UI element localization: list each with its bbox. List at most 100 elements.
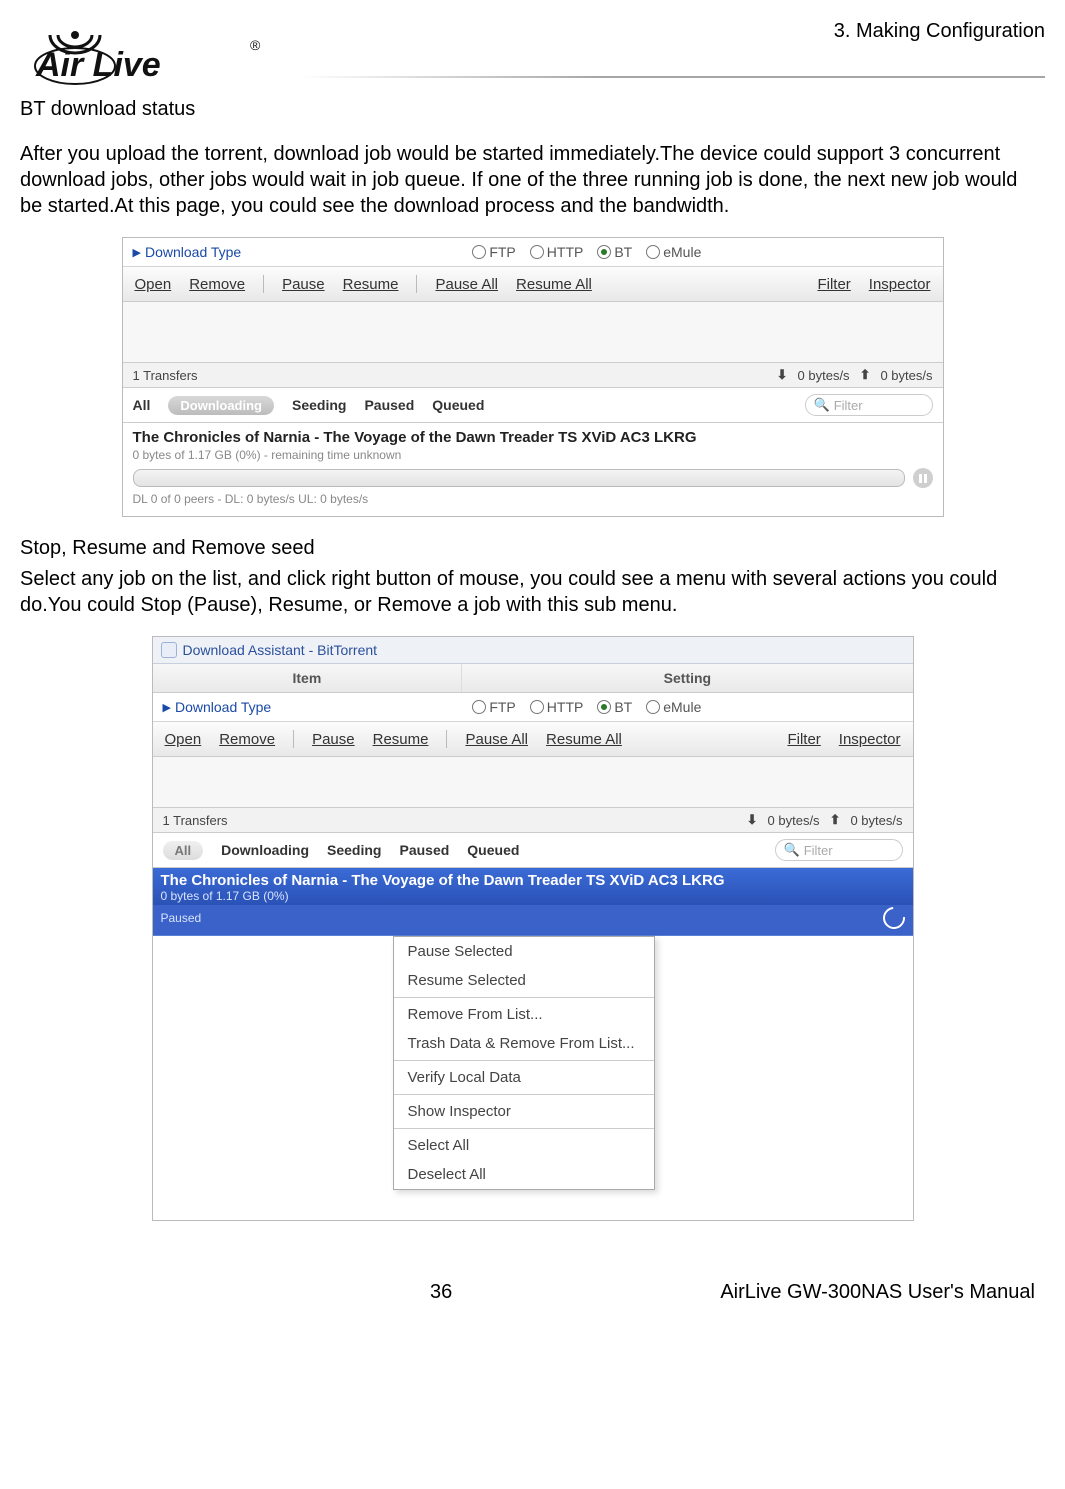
filter-tabs: All Downloading Seeding Paused Queued 🔍 … bbox=[153, 833, 913, 868]
bt-toolbar: Open Remove Pause Resume Pause All Resum… bbox=[123, 267, 943, 302]
torrent-peers-text: DL 0 of 0 peers - DL: 0 bytes/s UL: 0 by… bbox=[133, 492, 933, 506]
pause-icon[interactable] bbox=[913, 468, 933, 488]
download-arrow-icon: ⬇ bbox=[747, 812, 758, 828]
tab-downloading[interactable]: Downloading bbox=[168, 396, 274, 415]
upload-speed: 0 bytes/s bbox=[880, 368, 932, 383]
resume-all-button[interactable]: Resume All bbox=[546, 731, 622, 748]
filter-input[interactable]: 🔍 Filter bbox=[805, 394, 933, 416]
toolbar-spacer bbox=[153, 757, 913, 808]
tab-seeding[interactable]: Seeding bbox=[292, 397, 346, 413]
tab-paused[interactable]: Paused bbox=[364, 397, 414, 413]
col-item: Item bbox=[153, 664, 463, 692]
refresh-icon[interactable] bbox=[878, 903, 909, 934]
torrent-title: The Chronicles of Narnia - The Voyage of… bbox=[133, 429, 933, 446]
radio-ftp-label: FTP bbox=[489, 244, 515, 260]
download-type-text: Download Type bbox=[145, 244, 241, 260]
radio-bt-label: BT bbox=[614, 244, 632, 260]
menu-divider bbox=[394, 997, 654, 998]
svg-text:Air Live: Air Live bbox=[35, 46, 161, 84]
svg-text:®: ® bbox=[250, 37, 261, 53]
section1-title: BT download status bbox=[20, 98, 1045, 121]
tab-queued[interactable]: Queued bbox=[467, 842, 519, 858]
filter-input[interactable]: 🔍 Filter bbox=[775, 839, 903, 861]
download-type-radios: FTP HTTP BT eMule bbox=[241, 244, 932, 260]
open-button[interactable]: Open bbox=[135, 276, 172, 293]
page-footer: 36 AirLive GW-300NAS User's Manual bbox=[20, 1281, 1045, 1304]
remove-button[interactable]: Remove bbox=[189, 276, 245, 293]
window-icon bbox=[161, 642, 177, 658]
radio-ftp[interactable]: FTP bbox=[472, 699, 515, 715]
tab-downloading[interactable]: Downloading bbox=[221, 842, 309, 858]
upload-arrow-icon: ⬆ bbox=[860, 367, 871, 383]
download-type-label[interactable]: ▶ Download Type bbox=[133, 244, 242, 260]
menu-remove-from-list[interactable]: Remove From List... bbox=[394, 1000, 654, 1029]
tab-all[interactable]: All bbox=[163, 841, 204, 860]
filter-button[interactable]: Filter bbox=[817, 276, 850, 293]
toolbar-separator bbox=[263, 275, 264, 293]
remove-button[interactable]: Remove bbox=[219, 731, 275, 748]
search-icon: 🔍 bbox=[784, 842, 800, 858]
columns-header: Item Setting bbox=[153, 664, 913, 693]
tab-paused[interactable]: Paused bbox=[399, 842, 449, 858]
search-icon: 🔍 bbox=[814, 397, 830, 413]
resume-button[interactable]: Resume bbox=[373, 731, 429, 748]
section2-title: Stop, Resume and Remove seed bbox=[20, 537, 1045, 560]
radio-bt[interactable]: BT bbox=[597, 244, 632, 260]
tab-seeding[interactable]: Seeding bbox=[327, 842, 381, 858]
transfer-status-bar: 1 Transfers ⬇0 bytes/s ⬆0 bytes/s bbox=[153, 808, 913, 833]
radio-emule[interactable]: eMule bbox=[646, 699, 701, 715]
menu-show-inspector[interactable]: Show Inspector bbox=[394, 1097, 654, 1126]
menu-deselect-all[interactable]: Deselect All bbox=[394, 1160, 654, 1189]
tab-queued[interactable]: Queued bbox=[432, 397, 484, 413]
torrent-row[interactable]: The Chronicles of Narnia - The Voyage of… bbox=[123, 423, 943, 516]
resume-all-button[interactable]: Resume All bbox=[516, 276, 592, 293]
torrent-state-text: Paused bbox=[161, 911, 202, 925]
download-type-label[interactable]: ▶ Download Type bbox=[163, 699, 272, 715]
menu-divider bbox=[394, 1128, 654, 1129]
upload-speed: 0 bytes/s bbox=[850, 813, 902, 828]
section1-paragraph: After you upload the torrent, download j… bbox=[20, 141, 1045, 219]
radio-http[interactable]: HTTP bbox=[530, 699, 584, 715]
window-title-text: Download Assistant - BitTorrent bbox=[183, 642, 378, 658]
pause-button[interactable]: Pause bbox=[312, 731, 355, 748]
radio-emule-label: eMule bbox=[663, 244, 701, 260]
open-button[interactable]: Open bbox=[165, 731, 202, 748]
filter-tabs: All Downloading Seeding Paused Queued 🔍 … bbox=[123, 388, 943, 423]
section2-paragraph: Select any job on the list, and click ri… bbox=[20, 566, 1045, 618]
radio-http[interactable]: HTTP bbox=[530, 244, 584, 260]
resume-button[interactable]: Resume bbox=[343, 276, 399, 293]
bt-toolbar: Open Remove Pause Resume Pause All Resum… bbox=[153, 722, 913, 757]
menu-trash-remove[interactable]: Trash Data & Remove From List... bbox=[394, 1029, 654, 1058]
header-divider bbox=[300, 76, 1045, 78]
toolbar-separator bbox=[293, 730, 294, 748]
radio-bt-label: BT bbox=[614, 699, 632, 715]
toolbar-spacer bbox=[123, 302, 943, 363]
radio-ftp[interactable]: FTP bbox=[472, 244, 515, 260]
pause-all-button[interactable]: Pause All bbox=[435, 276, 498, 293]
radio-http-label: HTTP bbox=[547, 244, 584, 260]
pause-button[interactable]: Pause bbox=[282, 276, 325, 293]
torrent-row-selected[interactable]: The Chronicles of Narnia - The Voyage of… bbox=[153, 868, 913, 905]
torrent-progress-text: 0 bytes of 1.17 GB (0%) bbox=[161, 889, 905, 903]
inspector-button[interactable]: Inspector bbox=[839, 731, 901, 748]
download-speed: 0 bytes/s bbox=[798, 368, 850, 383]
menu-verify-data[interactable]: Verify Local Data bbox=[394, 1063, 654, 1092]
tab-all[interactable]: All bbox=[133, 397, 151, 413]
menu-select-all[interactable]: Select All bbox=[394, 1131, 654, 1160]
radio-emule[interactable]: eMule bbox=[646, 244, 701, 260]
radio-bt[interactable]: BT bbox=[597, 699, 632, 715]
torrent-title: The Chronicles of Narnia - The Voyage of… bbox=[161, 872, 905, 889]
menu-resume-selected[interactable]: Resume Selected bbox=[394, 966, 654, 995]
context-menu: Pause Selected Resume Selected Remove Fr… bbox=[393, 936, 655, 1190]
inspector-button[interactable]: Inspector bbox=[869, 276, 931, 293]
filter-placeholder: Filter bbox=[804, 843, 833, 858]
col-setting: Setting bbox=[462, 664, 912, 692]
manual-title: AirLive GW-300NAS User's Manual bbox=[720, 1281, 1035, 1304]
pause-all-button[interactable]: Pause All bbox=[465, 731, 528, 748]
torrent-progress-text: 0 bytes of 1.17 GB (0%) - remaining time… bbox=[133, 448, 933, 462]
download-type-text: Download Type bbox=[175, 699, 271, 715]
menu-pause-selected[interactable]: Pause Selected bbox=[394, 937, 654, 966]
transfers-count: 1 Transfers bbox=[163, 813, 228, 828]
transfer-status-bar: 1 Transfers ⬇0 bytes/s ⬆0 bytes/s bbox=[123, 363, 943, 388]
filter-button[interactable]: Filter bbox=[787, 731, 820, 748]
